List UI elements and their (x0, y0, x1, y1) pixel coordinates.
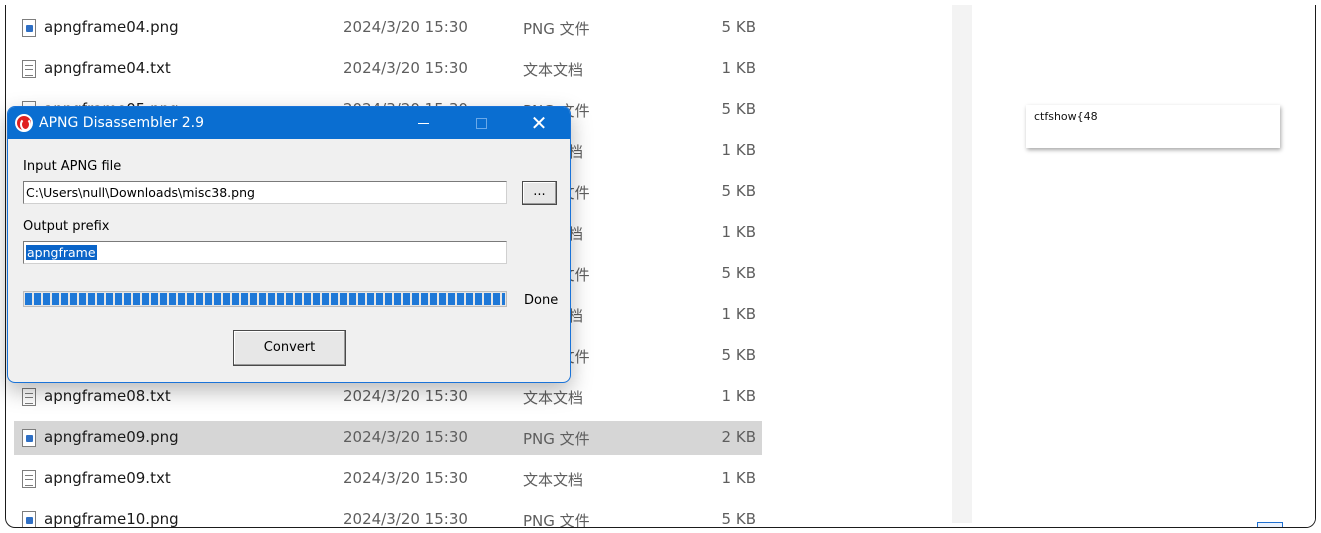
file-size: 5 KB (721, 264, 756, 282)
file-size: 5 KB (721, 182, 756, 200)
file-type: 文本文档 (523, 61, 584, 79)
maximize-icon (475, 118, 487, 129)
output-prefix-field[interactable]: apngframe (23, 241, 507, 264)
file-size: 1 KB (721, 223, 756, 241)
file-date: 2024/3/20 15:30 (343, 18, 468, 36)
file-size: 1 KB (721, 141, 756, 159)
png-file-icon (22, 429, 36, 447)
maximize-button[interactable] (458, 107, 504, 139)
file-date: 2024/3/20 15:30 (343, 469, 468, 487)
png-file-icon (22, 511, 36, 527)
file-size: 5 KB (721, 510, 756, 528)
apng-app-icon (15, 114, 33, 132)
file-date: 2024/3/20 15:30 (343, 428, 468, 446)
dialog-title: APNG Disassembler 2.9 (39, 115, 205, 131)
file-date: 2024/3/20 15:30 (343, 510, 468, 528)
file-name: apngframe10.png (44, 510, 179, 528)
input-apng-label: Input APNG file (23, 159, 122, 174)
file-name: apngframe09.png (44, 428, 179, 446)
text-file-icon (22, 60, 36, 78)
file-size: 2 KB (721, 428, 756, 446)
file-size: 1 KB (721, 59, 756, 77)
minimize-button[interactable] (400, 107, 446, 139)
file-type: 文本文档 (523, 471, 584, 489)
file-name: apngframe08.txt (44, 387, 171, 405)
close-icon: ✕ (530, 111, 548, 135)
input-apng-value: C:\Users\null\Downloads\misc38.png (26, 185, 255, 200)
browse-button[interactable]: ... (522, 181, 557, 205)
file-row[interactable]: apngframe09.png 2024/3/20 15:30 PNG 文件 2 KB (14, 421, 762, 455)
file-type: PNG 文件 (523, 20, 590, 38)
output-prefix-value: apngframe (26, 245, 97, 260)
progress-bar (23, 291, 507, 307)
close-button[interactable]: ✕ (516, 107, 562, 139)
file-size: 1 KB (721, 469, 756, 487)
dialog-titlebar[interactable]: APNG Disassembler 2.9 ✕ (8, 107, 570, 139)
file-size: 1 KB (721, 387, 756, 405)
file-row[interactable]: apngframe08.txt 2024/3/20 15:30 文本文档 1 KB (14, 380, 762, 414)
input-apng-field[interactable]: C:\Users\null\Downloads\misc38.png (23, 181, 507, 204)
convert-button[interactable]: Convert (233, 330, 346, 366)
file-type: PNG 文件 (523, 512, 590, 528)
file-size: 5 KB (721, 18, 756, 36)
file-size: 1 KB (721, 305, 756, 323)
file-row[interactable]: apngframe04.png 2024/3/20 15:30 PNG 文件 5 KB (14, 11, 762, 45)
file-date: 2024/3/20 15:30 (343, 59, 468, 77)
progress-fill (25, 293, 505, 305)
file-type: PNG 文件 (523, 430, 590, 448)
vertical-scrollbar[interactable] (952, 5, 972, 523)
file-type: 文本文档 (523, 389, 584, 407)
text-file-icon (22, 470, 36, 488)
file-date: 2024/3/20 15:30 (343, 387, 468, 405)
png-file-icon (22, 19, 36, 37)
file-name: apngframe09.txt (44, 469, 171, 487)
file-name: apngframe04.png (44, 18, 179, 36)
file-size: 5 KB (721, 346, 756, 364)
progress-status: Done (524, 293, 559, 308)
preview-pane: ctfshow{48 (972, 5, 1315, 527)
output-prefix-label: Output prefix (23, 219, 110, 234)
file-row[interactable]: apngframe09.txt 2024/3/20 15:30 文本文档 1 KB (14, 462, 762, 496)
corner-widget[interactable] (1257, 522, 1283, 527)
text-file-icon (22, 388, 36, 406)
preview-text: ctfshow{48 (1034, 110, 1098, 123)
minimize-icon (417, 123, 429, 124)
file-name: apngframe04.txt (44, 59, 171, 77)
file-size: 5 KB (721, 100, 756, 118)
apng-disassembler-dialog: APNG Disassembler 2.9 ✕ Input APNG file … (7, 106, 571, 383)
file-row[interactable]: apngframe04.txt 2024/3/20 15:30 文本文档 1 KB (14, 52, 762, 86)
preview-image: ctfshow{48 (1026, 105, 1280, 148)
file-row[interactable]: apngframe10.png 2024/3/20 15:30 PNG 文件 5 KB (14, 503, 762, 528)
